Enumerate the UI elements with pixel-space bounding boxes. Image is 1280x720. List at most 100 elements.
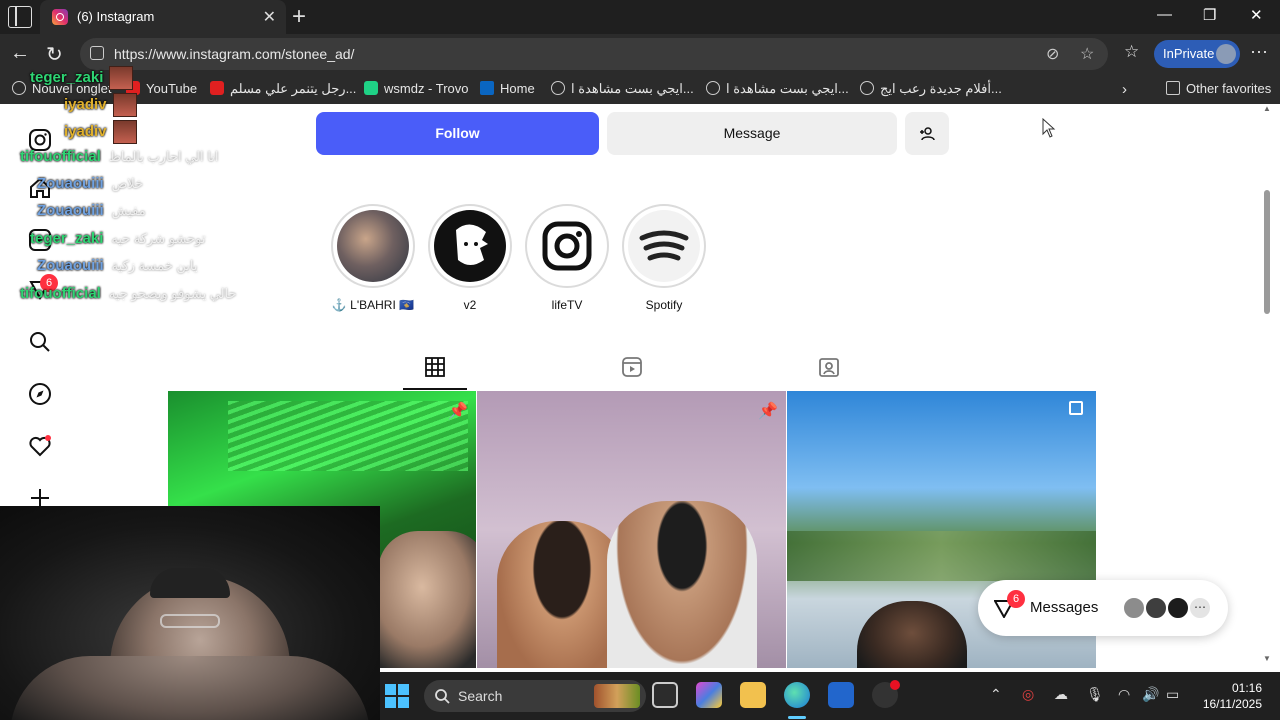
suggested-users-button[interactable]: [905, 112, 949, 155]
carousel-icon: [1069, 401, 1083, 415]
highlight-item[interactable]: lifeTV: [525, 204, 609, 312]
messages-pill-badge: 6: [1007, 590, 1025, 608]
page-scrollbar[interactable]: ▲ ▼: [1262, 104, 1272, 668]
post-image-detail: [607, 501, 757, 668]
edge-icon[interactable]: [784, 682, 810, 708]
taskbar-search-label: Search: [458, 688, 503, 704]
post-thumbnail[interactable]: 📌: [477, 391, 786, 668]
favorite-item[interactable]: ايجي بست مشاهدة ا...: [706, 81, 849, 97]
tracking-prevention-icon[interactable]: ⊘: [1046, 44, 1059, 64]
globe-icon: [706, 81, 720, 95]
highlight-item[interactable]: v2: [428, 204, 512, 312]
favorites-icon[interactable]: ☆: [1124, 42, 1139, 62]
clock-date: 16/11/2025: [1202, 697, 1262, 711]
highlight-item[interactable]: Spotify: [622, 204, 706, 312]
clock-time: 01:16: [1231, 681, 1262, 695]
posts-grid-tab-icon[interactable]: [423, 355, 447, 379]
scrollbar-thumb[interactable]: [1264, 190, 1270, 314]
chat-line: tifouofficial انا الي احارب بالماظ: [20, 148, 219, 165]
message-button[interactable]: Message: [607, 112, 897, 155]
favorite-item[interactable]: ايجي بست مشاهدة ا...: [551, 81, 694, 97]
volume-icon[interactable]: 🔊: [1142, 686, 1159, 703]
favorite-item[interactable]: Home: [480, 81, 535, 96]
avatar: [1166, 596, 1190, 620]
windows-start-icon[interactable]: [385, 684, 409, 708]
favorites-overflow-icon[interactable]: ›: [1122, 81, 1127, 98]
active-tab-indicator: [403, 388, 467, 390]
post-image-detail: [787, 531, 1096, 581]
more-menu-icon[interactable]: ⋯: [1250, 42, 1268, 63]
messages-pill[interactable]: 6 Messages ⋯: [978, 580, 1228, 636]
reels-tab-icon[interactable]: [620, 355, 644, 379]
highlight-image: [628, 210, 700, 282]
favorite-item[interactable]: أفلام جديدة رعب ايج...: [860, 81, 1002, 97]
stream-chat-overlay: teger_zaki iyadiv iyadiv tifouofficial ان…: [0, 60, 260, 310]
chat-line: teger_zaki: [30, 66, 134, 90]
emote-icon: [112, 120, 137, 144]
microphone-icon[interactable]: 🎙: [1086, 686, 1104, 703]
highlight-label: Spotify: [645, 298, 683, 312]
tab-actions-icon[interactable]: [8, 6, 32, 28]
explore-icon[interactable]: [28, 382, 52, 406]
m365-icon[interactable]: [696, 682, 722, 708]
file-explorer-icon[interactable]: [740, 682, 766, 708]
more-avatars-icon: ⋯: [1188, 596, 1212, 620]
search-icon[interactable]: [28, 330, 52, 354]
folder-icon: [1166, 81, 1180, 95]
microsoft-store-icon[interactable]: [828, 682, 854, 708]
close-window-icon[interactable]: ✕: [1250, 6, 1263, 24]
favorite-item[interactable]: wsmdz - Trovo: [364, 81, 469, 96]
minimize-icon[interactable]: —: [1157, 6, 1172, 23]
linkedin-icon: [480, 81, 494, 95]
emote-icon: [112, 93, 137, 117]
follow-button[interactable]: Follow: [316, 112, 599, 155]
inprivate-badge[interactable]: InPrivate: [1154, 40, 1240, 68]
post-image-detail: [857, 601, 967, 668]
globe-icon: [551, 81, 565, 95]
wifi-icon[interactable]: ◠: [1118, 686, 1130, 703]
post-image-detail: [378, 531, 476, 668]
windows-taskbar: Search ⌃ ◎ ☁ 🎙 ◠ 🔊 ▭ 01:16 16/11/2025: [380, 672, 1280, 720]
globe-icon: [860, 81, 874, 95]
tagged-tab-icon[interactable]: [817, 355, 841, 379]
tab-title: (6) Instagram: [77, 9, 155, 24]
tray-overflow-icon[interactable]: ⌃: [990, 686, 1002, 703]
pin-icon: 📌: [448, 403, 468, 420]
highlight-label: ⚓ L'BAHRI 🇽🇰: [331, 298, 415, 312]
chat-line: Zouaouiii يابن خمسة زكية: [37, 257, 198, 274]
highlight-item[interactable]: ⚓ L'BAHRI 🇽🇰: [331, 204, 415, 312]
new-tab-icon[interactable]: +: [292, 3, 306, 31]
task-view-icon[interactable]: [652, 682, 678, 708]
notifications-heart-icon[interactable]: [28, 434, 52, 458]
restore-icon[interactable]: ❐: [1203, 6, 1216, 24]
chat-line: teger_zaki توحشو شركة حيه: [30, 230, 206, 247]
tray-app-icon[interactable]: ◎: [1022, 686, 1034, 703]
active-app-indicator: [788, 716, 806, 719]
browser-tab[interactable]: (6) Instagram ✕: [40, 0, 286, 34]
favorite-star-icon[interactable]: ☆: [1080, 44, 1094, 64]
webcam-overlay: [0, 506, 380, 720]
avatar: [1122, 596, 1146, 620]
scroll-up-icon[interactable]: ▲: [1263, 104, 1271, 113]
chat-line: iyadiv: [64, 120, 137, 144]
battery-icon[interactable]: ▭: [1166, 686, 1179, 703]
taskbar-search[interactable]: Search: [424, 680, 646, 712]
chat-line: tifouofficial حالي يشوفو ويصحو جيه: [20, 285, 237, 302]
recording-indicator: [890, 680, 900, 690]
scroll-down-icon[interactable]: ▼: [1263, 654, 1271, 663]
trovo-icon: [364, 81, 378, 95]
site-info-icon[interactable]: [90, 46, 104, 60]
other-favorites[interactable]: Other favorites: [1166, 81, 1271, 96]
close-tab-icon[interactable]: ✕: [263, 7, 276, 27]
add-user-icon: [920, 127, 935, 141]
avatar: [1144, 596, 1168, 620]
webcam-person: [10, 656, 370, 720]
cloud-icon[interactable]: ☁: [1054, 686, 1068, 703]
emote-icon: [109, 66, 134, 90]
taskbar-clock[interactable]: 01:16 16/11/2025: [1203, 680, 1262, 712]
highlight-label: v2: [463, 298, 477, 312]
search-icon: [435, 689, 450, 704]
instagram-logo-icon: [542, 221, 592, 271]
mouse-cursor-icon: [1042, 118, 1056, 138]
chat-line: iyadiv: [64, 93, 137, 117]
